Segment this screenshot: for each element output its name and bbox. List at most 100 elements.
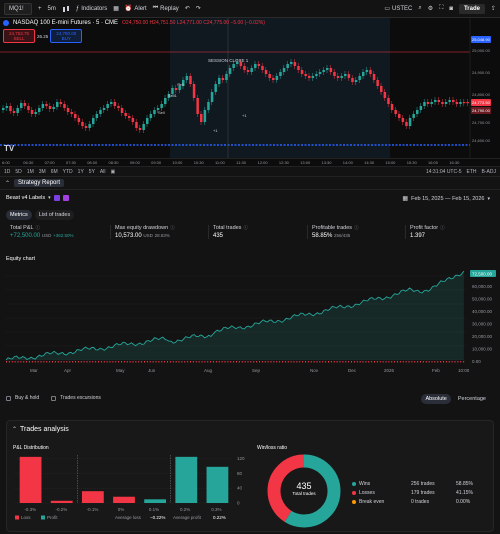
drawdown-bar <box>310 361 312 363</box>
search-button[interactable]: ⌕ <box>418 5 421 12</box>
indicators-button[interactable]: ƒ Indicators <box>76 6 107 12</box>
chart-type-button[interactable] <box>62 5 70 13</box>
range-3m[interactable]: 3M <box>39 169 46 175</box>
win-loss-label: Wins <box>359 480 371 487</box>
tab-list-of-trades[interactable]: List of trades <box>34 210 75 220</box>
session-toggle[interactable]: ETH <box>467 169 477 175</box>
candle-body <box>66 108 70 112</box>
drawdown-bar <box>169 361 171 363</box>
publish-button[interactable]: ⇪ <box>491 5 496 12</box>
info-icon[interactable]: ⓘ <box>354 225 359 231</box>
avg-profit-value: 0.22% <box>213 515 226 520</box>
settings-button[interactable]: ⚙ <box>428 5 433 12</box>
info-icon[interactable]: ⓘ <box>440 225 445 231</box>
replay-button[interactable]: ⏮ Replay <box>153 5 179 12</box>
templates-button[interactable]: ▦ <box>113 5 119 12</box>
metric-card: Total P&L ⓘ +72,500.00 USD +362.50% <box>10 225 73 239</box>
drawdown-bar <box>34 361 36 363</box>
buy-hold-label: Buy & hold <box>15 395 40 401</box>
trade-label: Trade <box>463 5 480 12</box>
buy-hold-checkbox[interactable] <box>6 395 11 401</box>
drawdown-bar <box>152 361 154 363</box>
drawdown-bar <box>40 361 42 363</box>
pnl-x-tick: 0.3% <box>211 507 221 512</box>
strategy-report-header: ⌃ Strategy Report <box>0 177 500 190</box>
range-1y[interactable]: 1Y <box>78 169 84 175</box>
candle-body <box>401 118 405 122</box>
info-icon[interactable]: ⓘ <box>170 225 175 231</box>
time-axis[interactable]: 6:00 06:30 07:00 07:30 08:00 08:30 09:00 09:30 1… <box>0 158 500 166</box>
drawdown-bar <box>167 361 168 363</box>
pnl-bar-loss[interactable] <box>81 491 104 503</box>
pnl-bar-loss[interactable] <box>19 456 42 503</box>
fullscreen-button[interactable]: ⛶ <box>439 5 443 12</box>
date-range-selector[interactable]: ▦ Feb 15, 2025 — Feb 15, 2026 ▾ <box>402 195 490 203</box>
trades-analysis-header[interactable]: ⌃ Trades analysis <box>12 426 69 433</box>
chart-symbol-title: NASDAQ 100 E-mini Futures · 5 · CME <box>13 20 119 26</box>
interval-button[interactable]: 5m <box>48 6 56 12</box>
price-chart[interactable]: NASDAQ 100 E-mini Futures · 5 · CME O24,… <box>0 18 500 158</box>
range-5y[interactable]: 5Y <box>89 169 95 175</box>
drawdown-bar <box>305 361 306 363</box>
compare-button[interactable]: + <box>38 6 42 12</box>
win-loss-trades: 256 trades <box>411 480 435 487</box>
range-6m[interactable]: 6M <box>51 169 58 175</box>
pnl-bar-profit[interactable] <box>175 456 198 503</box>
time-tick: 09:00 <box>129 160 140 165</box>
redo-button[interactable]: ↷ <box>196 5 201 12</box>
pnl-distribution-chart[interactable]: 120 80 40 0 -0.3% -0.2% -0.1% 0% 0.1% 0.2% 0.3% Los… <box>7 451 257 531</box>
collapse-icon[interactable]: ⌃ <box>5 180 10 187</box>
strategy-selector[interactable]: Beast v4 Labels ▾ <box>6 195 69 201</box>
drawdown-bar <box>385 361 387 363</box>
metric-card: Profitable trades ⓘ 58.85% 256/435 <box>307 225 359 239</box>
alert-button[interactable]: ⏰ Alert <box>125 5 147 13</box>
trade-button[interactable]: Trade <box>458 3 485 14</box>
settings-icon[interactable] <box>53 195 60 201</box>
range-all[interactable]: All <box>100 169 106 175</box>
candle-body <box>354 80 358 82</box>
calendar-icon[interactable]: ▣ <box>110 169 115 175</box>
legend-dot <box>352 481 356 486</box>
symbol-search[interactable]: MQ1! <box>4 2 32 15</box>
sell-button[interactable]: 24,753.75 SELL <box>3 29 35 43</box>
price-axis[interactable]: 25,048.90 25,000.00 24,900.00 24,773.50 … <box>470 18 500 158</box>
pnl-bar-profit[interactable] <box>144 499 167 503</box>
candle-body <box>20 103 23 108</box>
trades-excursions-checkbox[interactable] <box>51 395 57 401</box>
range-5d[interactable]: 5D <box>15 169 21 175</box>
source-icon[interactable] <box>62 195 69 201</box>
snapshot-button[interactable]: ◙ <box>449 6 453 12</box>
candle-body <box>387 98 390 104</box>
candle-body <box>261 66 264 70</box>
candle-body <box>95 114 99 118</box>
buy-button[interactable]: 24,780.00 BUY <box>50 29 83 43</box>
drawdown-bar <box>422 361 424 363</box>
range-1d[interactable]: 1D <box>4 169 10 175</box>
tab-metrics[interactable]: Metrics <box>6 210 32 220</box>
undo-button[interactable]: ↶ <box>185 5 190 12</box>
candle-body <box>340 76 343 78</box>
metric-value: 10,573.00 USD 28.83% <box>115 233 175 239</box>
layout-button[interactable]: ▭ USTEC <box>384 5 412 13</box>
info-icon[interactable]: ⓘ <box>243 225 248 231</box>
info-icon[interactable]: ⓘ <box>36 225 41 231</box>
candle-body <box>203 110 207 122</box>
range-1m[interactable]: 1M <box>27 169 34 175</box>
equity-chart[interactable]: 60,000.00 50,000.00 40,000.00 30,000.00 20,0… <box>0 266 500 376</box>
time-tick: 06:30 <box>23 160 34 165</box>
strategy-report-tab[interactable]: Strategy Report <box>14 179 65 187</box>
range-ytd[interactable]: YTD <box>63 169 73 175</box>
equity-chart-title: Equity chart <box>6 256 36 262</box>
pnl-bar-loss[interactable] <box>113 496 135 503</box>
absolute-button[interactable]: Absolute <box>421 394 451 404</box>
pnl-bar-profit[interactable] <box>206 466 229 503</box>
percentage-button[interactable]: Percentage <box>454 394 490 404</box>
drawdown-bar <box>215 361 217 363</box>
clock[interactable]: 14:31:04 UTC-5 <box>426 169 462 175</box>
metric-label: Total P&L ⓘ <box>10 225 73 231</box>
adjustment-toggle[interactable]: B-ADJ <box>482 169 496 175</box>
pnl-bar-loss[interactable] <box>50 500 73 503</box>
metric-unit: USD <box>143 233 153 238</box>
candle-body <box>185 76 189 80</box>
candle-body <box>164 98 167 104</box>
